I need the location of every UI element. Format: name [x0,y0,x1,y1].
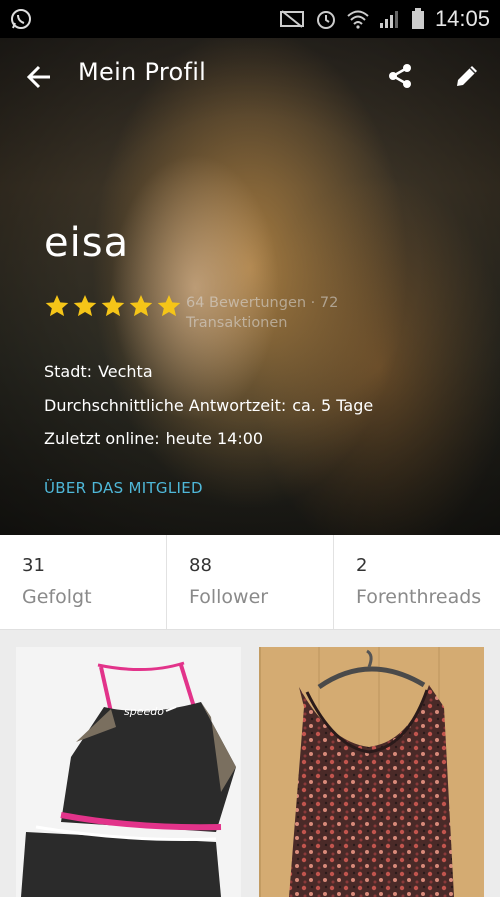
star-icon [73,294,97,317]
stat-count: 88 [189,555,212,576]
wifi-icon [347,9,369,29]
edit-profile-button[interactable] [450,59,484,93]
stats-bar: 31 Gefolgt 88 Follower 2 Forenthreads [0,535,500,630]
item-card[interactable] [259,647,484,897]
stat-label: Forenthreads [356,586,482,608]
response-time-label: Durchschnittliche Antwortzeit: [44,396,287,415]
star-icon [45,294,69,317]
clock: 14:05 [434,6,490,31]
page-title: Mein Profil [78,58,207,86]
floral-top-image [259,647,484,897]
response-time-value: ca. 5 Tage [292,396,374,415]
city-value: Vechta [98,362,153,381]
share-button[interactable] [383,59,417,93]
stat-label: Follower [189,586,269,608]
rating[interactable]: 64 Bewertungen · 72 Transaktionen [44,293,366,333]
star-icon [129,294,153,317]
star-icon [157,294,181,317]
city-row: Stadt: Vechta [44,362,153,381]
stat-followers[interactable]: 88 Follower [167,535,334,629]
last-online-label: Zuletzt online: [44,429,160,448]
about-member-link[interactable]: ÜBER DAS MITGLIED [44,479,203,497]
svg-text:speedo: speedo [124,705,164,718]
mute-icon [279,9,305,29]
battery-icon [411,8,425,30]
share-icon [389,64,411,88]
stat-following[interactable]: 31 Gefolgt [0,535,167,629]
rating-summary: 64 Bewertungen · 72 Transaktionen [186,295,339,331]
signal-icon [379,9,401,29]
item-card[interactable]: speedo [16,647,241,897]
swimsuit-image: speedo [16,647,241,897]
response-time-row: Durchschnittliche Antwortzeit: ca. 5 Tage [44,396,373,415]
star-rating [44,293,182,319]
profile-header: Mein Profil eisa 64 Bewertungen · 72 Tra… [0,38,500,535]
stat-label: Gefolgt [22,586,92,608]
username: eisa [44,220,130,266]
stat-count: 31 [22,555,45,576]
arrow-left-icon [26,65,50,89]
last-online-value: heute 14:00 [165,429,264,448]
alarm-icon [315,8,337,30]
pencil-icon [457,66,477,86]
stat-forum-threads[interactable]: 2 Forenthreads [334,535,500,629]
city-label: Stadt: [44,362,93,381]
last-online-row: Zuletzt online: heute 14:00 [44,429,263,448]
stat-count: 2 [356,555,368,576]
star-icon [101,294,125,317]
back-button[interactable] [22,60,56,94]
status-bar: 14:05 [0,0,500,38]
item-grid: speedo [0,630,500,897]
whatsapp-icon [10,8,32,30]
